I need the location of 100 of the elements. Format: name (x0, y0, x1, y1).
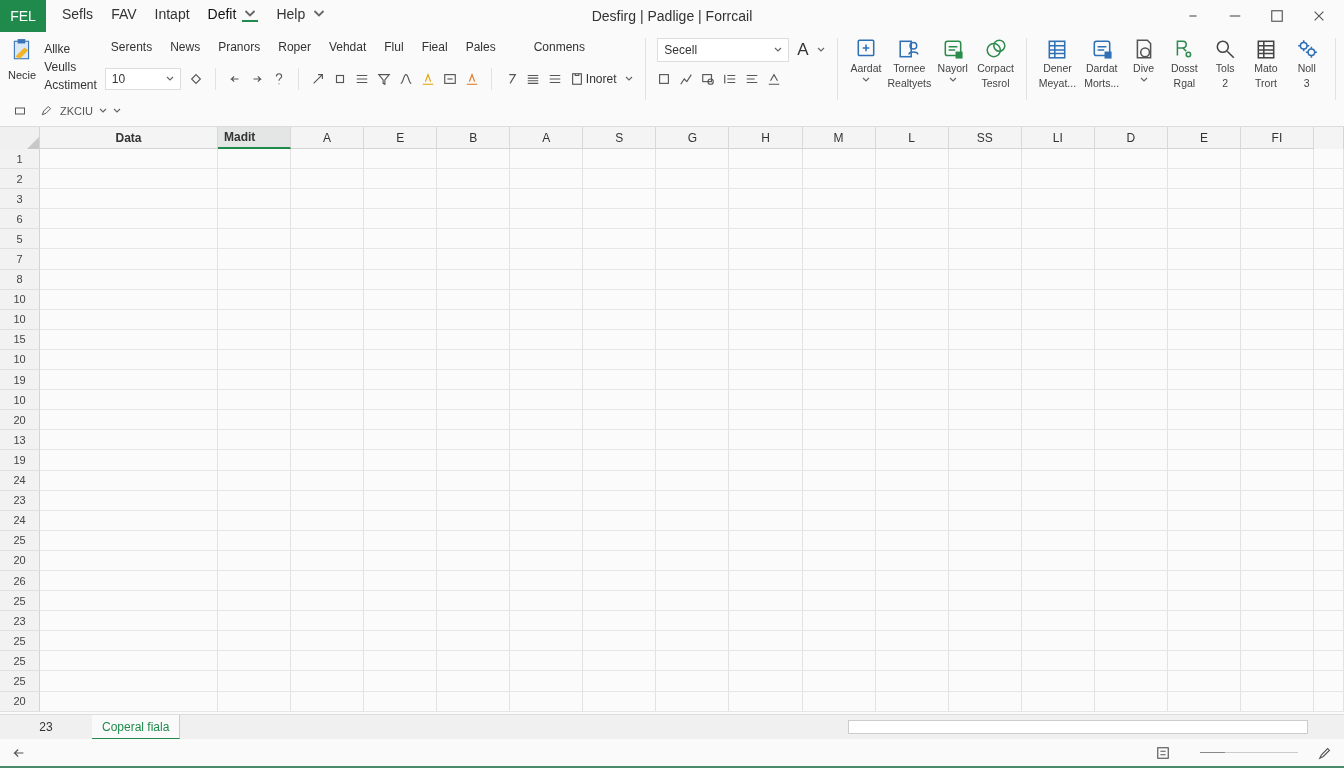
align-left-icon[interactable] (745, 72, 760, 86)
name-box[interactable]: ZKCIU (60, 105, 93, 117)
column-header[interactable]: L (875, 127, 949, 149)
ribbon-tab[interactable]: Pales (465, 38, 496, 56)
ribbon-button[interactable]: Tols 2 (1208, 38, 1242, 100)
menu-item[interactable]: Intapt (154, 6, 190, 24)
column-header[interactable]: D (1094, 127, 1168, 149)
clipboard-icon[interactable] (569, 72, 584, 86)
row-header[interactable]: 10 (0, 349, 40, 371)
ribbon-tab[interactable]: Flul (384, 38, 404, 56)
ribbon-tab[interactable]: News (170, 38, 201, 56)
row-header[interactable]: 13 (0, 430, 40, 451)
column-header[interactable]: LI (1021, 127, 1095, 149)
row-header[interactable]: 15 (0, 329, 40, 350)
pencil-icon[interactable] (1318, 745, 1332, 760)
row-header[interactable]: 25 (0, 671, 40, 692)
caret-icon[interactable] (861, 77, 870, 83)
column-header[interactable]: Madit (218, 127, 292, 149)
ribbon-button[interactable]: Corpact Tesrol (977, 38, 1014, 100)
fill-color-icon[interactable] (420, 72, 435, 86)
font-color-icon[interactable] (464, 72, 479, 86)
row-header[interactable]: 20 (0, 550, 40, 571)
ribbon-label[interactable]: Allke (44, 40, 71, 58)
column-header[interactable]: S (583, 127, 657, 149)
caret-icon[interactable] (242, 8, 259, 22)
row-header[interactable]: 6 (0, 209, 40, 230)
caret-icon[interactable] (624, 76, 633, 82)
chart-icon[interactable] (679, 72, 694, 86)
shape-icon[interactable] (188, 72, 203, 86)
column-header[interactable]: SS (948, 127, 1022, 149)
row-header[interactable]: 3 (0, 189, 40, 210)
menu-item[interactable]: Defit (207, 6, 237, 24)
page-view-icon[interactable] (1156, 745, 1170, 760)
row-header[interactable]: 2 (0, 169, 40, 190)
row-header[interactable]: 24 (0, 470, 40, 491)
pencil-icon[interactable] (40, 105, 52, 117)
caret-icon[interactable] (165, 76, 174, 82)
menu-item[interactable]: Sefls (62, 6, 94, 24)
row-header[interactable]: 10 (0, 390, 40, 411)
ribbon-label[interactable]: Acstiment (44, 76, 97, 94)
ribbon-tab[interactable]: Conmens (533, 38, 586, 56)
app-badge[interactable]: FEL (0, 0, 46, 32)
ribbon-button[interactable]: Aardat (849, 38, 883, 100)
row-header[interactable]: 25 (0, 631, 40, 652)
ribbon-tab[interactable]: Pranors (218, 38, 261, 56)
column-header[interactable]: B (437, 127, 511, 149)
row-header[interactable]: 19 (0, 450, 40, 471)
ribbon-tab[interactable]: Fieal (421, 38, 448, 56)
row-header[interactable]: 25 (0, 530, 40, 551)
row-header[interactable]: 19 (0, 370, 40, 391)
row-header[interactable]: 20 (0, 410, 40, 431)
row-header[interactable]: 5 (0, 229, 40, 250)
menu-item[interactable]: FAV (111, 6, 137, 24)
font-size-field[interactable]: 10 (104, 68, 181, 90)
font-button[interactable]: A (797, 40, 809, 60)
ribbon-tab[interactable]: Serents (110, 38, 153, 56)
filter-icon[interactable] (376, 72, 391, 86)
column-header[interactable]: H (729, 127, 803, 149)
caret-icon[interactable] (1139, 77, 1148, 83)
row-header[interactable]: 10 (0, 309, 40, 330)
border-icon[interactable] (657, 72, 672, 86)
lines-icon[interactable] (547, 72, 562, 86)
ribbon-tab[interactable]: Vehdat (328, 38, 367, 56)
row-header[interactable]: 20 (0, 691, 40, 712)
numbered-list-icon[interactable] (723, 72, 738, 86)
caret-icon[interactable] (774, 47, 783, 53)
close-icon[interactable] (1312, 9, 1326, 23)
style-field[interactable]: Secell (657, 38, 790, 62)
select-all-button[interactable] (0, 127, 40, 150)
column-header[interactable]: E (364, 127, 438, 149)
row-header[interactable]: 7 (0, 249, 40, 270)
ribbon-button[interactable]: Nayorl (936, 38, 970, 100)
ribbon-button[interactable]: Mato Trort (1249, 38, 1283, 100)
horizontal-scrollbar[interactable] (848, 720, 1308, 734)
row-header[interactable]: 24 (0, 510, 40, 531)
row-header[interactable]: 8 (0, 269, 40, 290)
row-header[interactable]: 25 (0, 651, 40, 672)
list-icon[interactable] (525, 72, 540, 86)
sheet-tab[interactable]: Coperal fiala (92, 715, 181, 739)
maximize-icon[interactable] (1270, 9, 1284, 23)
column-header[interactable]: FI (1240, 127, 1314, 149)
column-header[interactable]: M (802, 127, 876, 149)
ribbon-button[interactable]: Dosst Rgal (1167, 38, 1201, 100)
column-header[interactable]: E (1167, 127, 1241, 149)
row-header[interactable]: 10 (0, 289, 40, 310)
caret-icon[interactable] (948, 77, 957, 83)
ribbon-tab[interactable]: Roper (278, 38, 311, 56)
text-color-icon[interactable] (767, 72, 782, 86)
column-header[interactable]: G (656, 127, 730, 149)
caret-icon[interactable] (816, 47, 825, 53)
ribbon-button[interactable]: Dardat Morts... (1084, 38, 1120, 100)
column-header[interactable]: A (291, 127, 365, 149)
column-header[interactable]: A (510, 127, 584, 149)
ribbon-button[interactable]: Dive (1127, 38, 1160, 100)
row-header[interactable]: 26 (0, 570, 40, 592)
ribbon-button[interactable]: Dener Meyat... (1038, 38, 1077, 100)
ribbon-label[interactable]: Veulls (44, 58, 77, 76)
insert-button[interactable]: Inoret (585, 72, 617, 86)
ribbon-button[interactable]: Noll 3 (1290, 38, 1324, 100)
comment-icon[interactable] (701, 72, 716, 86)
